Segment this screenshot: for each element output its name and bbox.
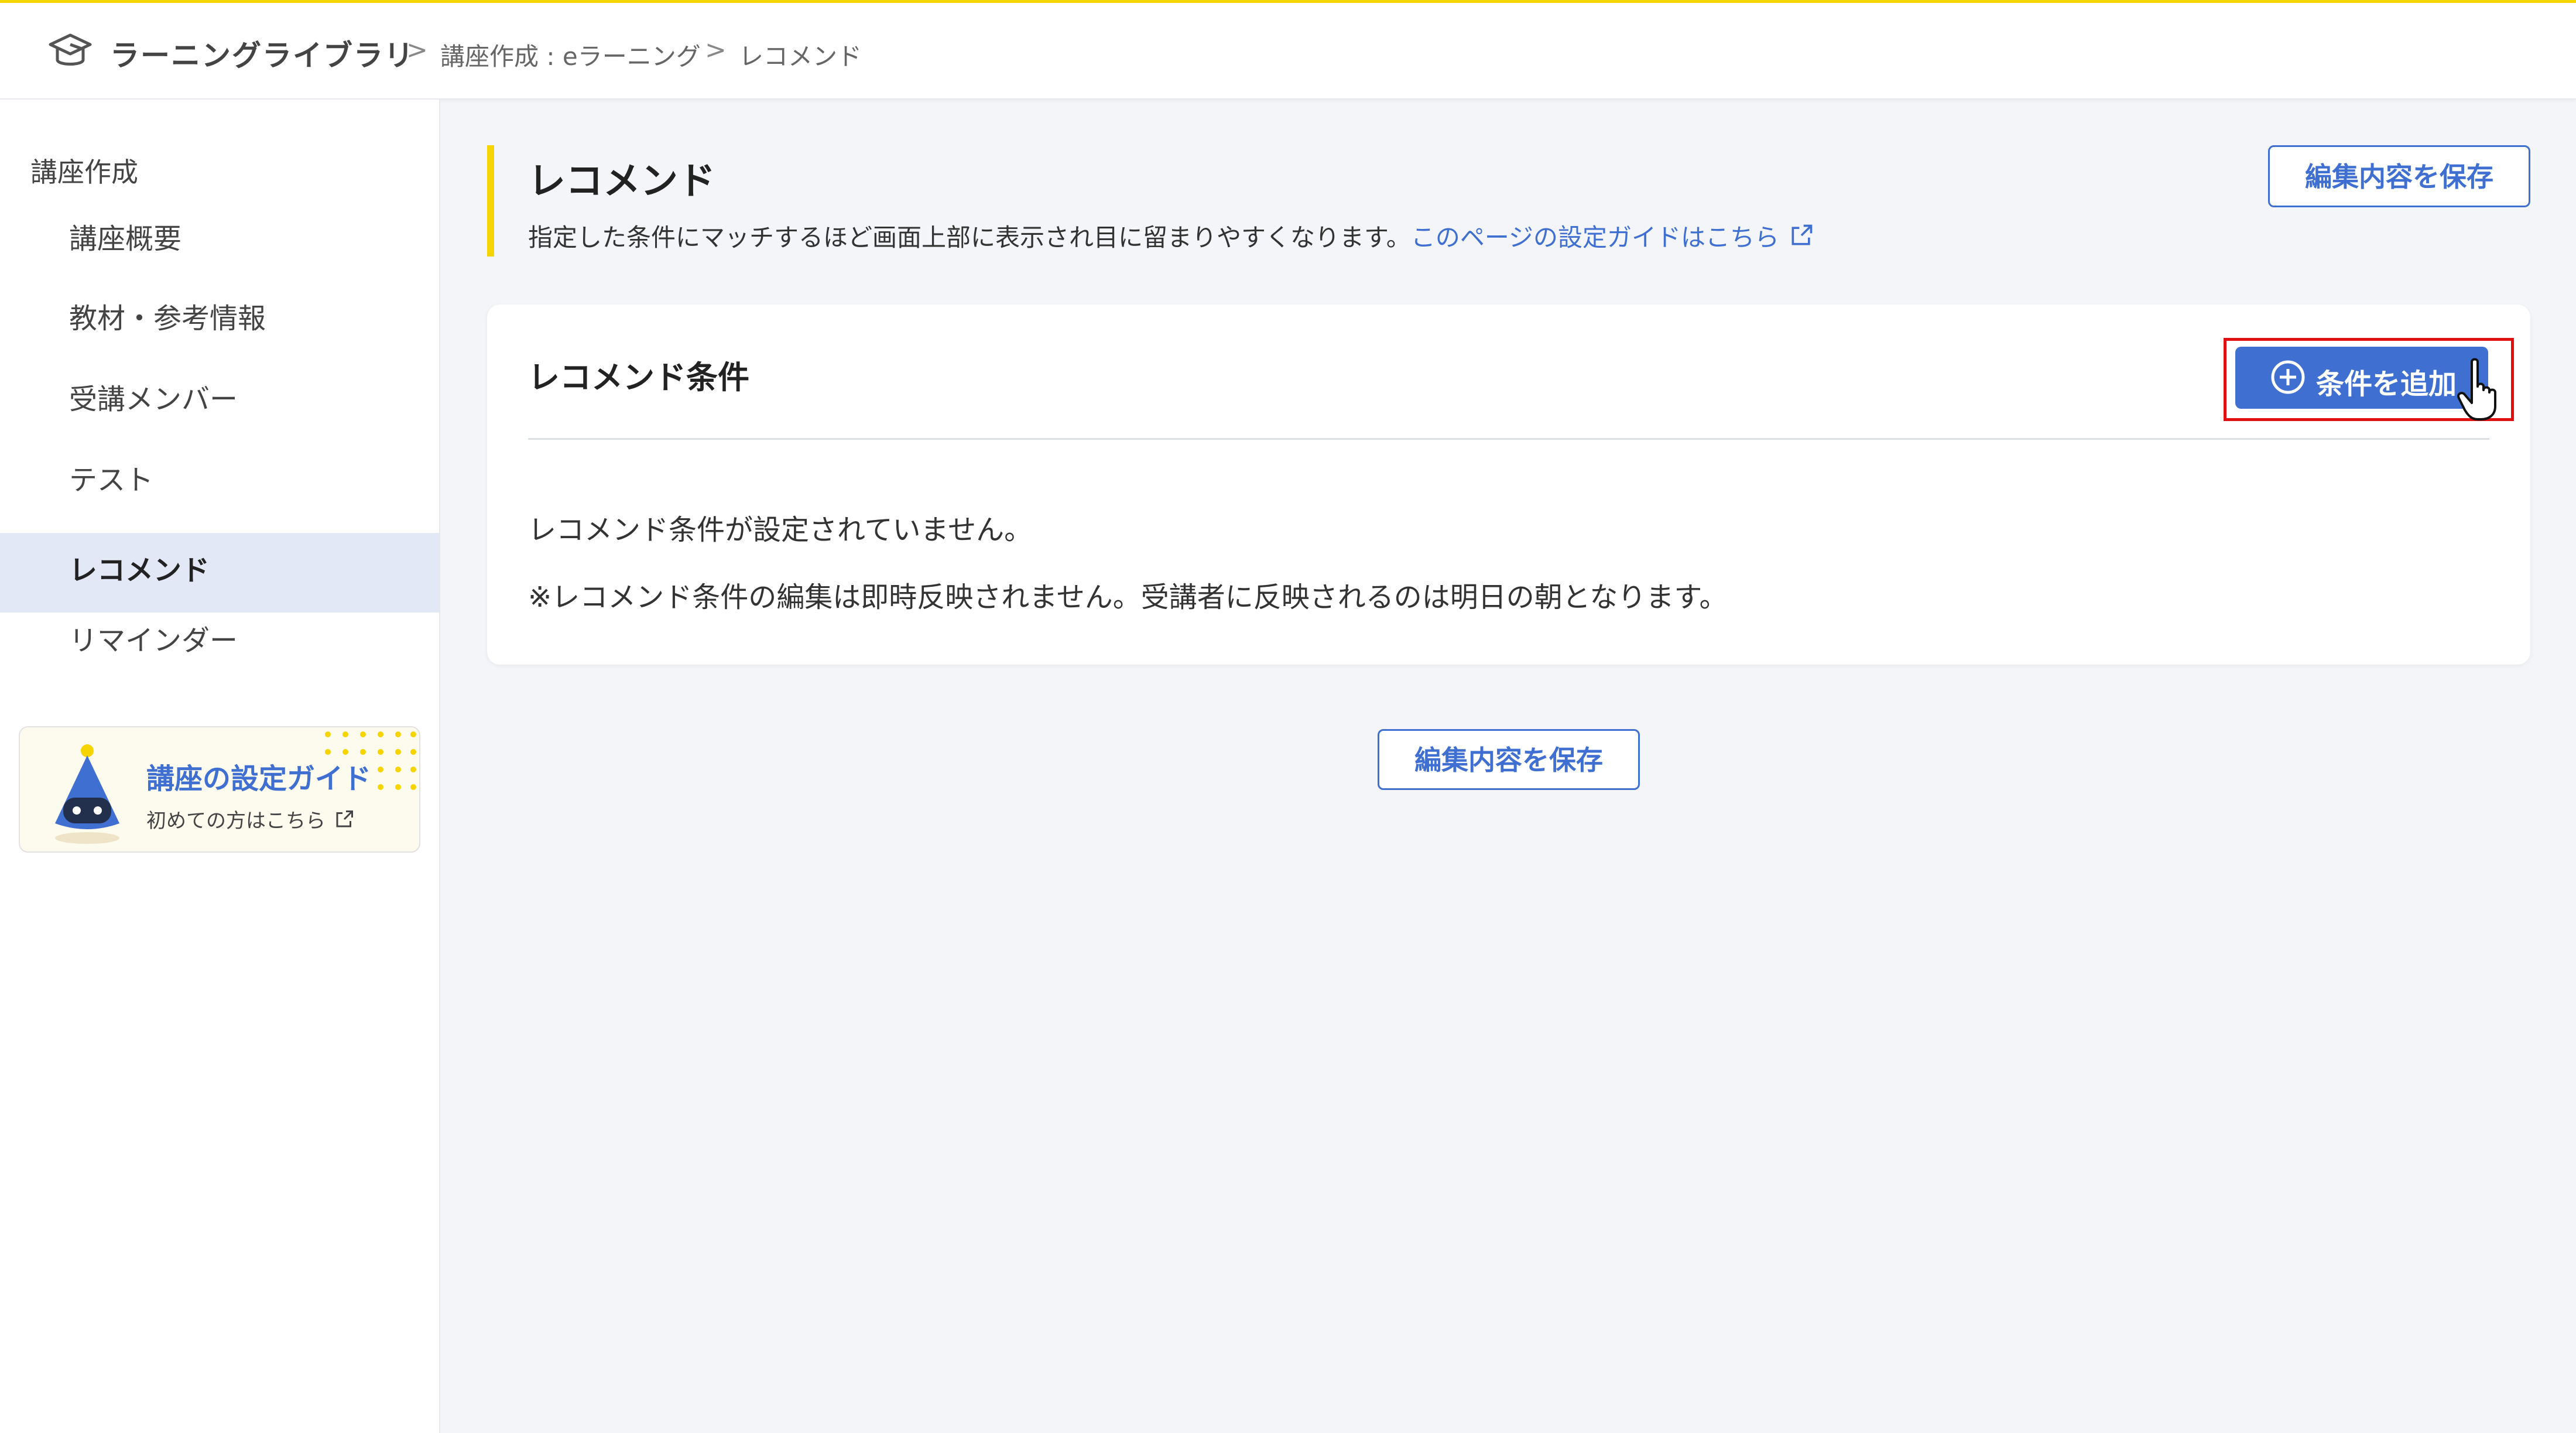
setup-guide-link[interactable]: このページの設定ガイドはこちら [1411, 223, 1814, 252]
save-button-top[interactable]: 編集内容を保存 [2268, 145, 2530, 207]
sidebar-item-label: リマインダー [69, 624, 238, 657]
breadcrumb-course-edit[interactable]: 講座作成 : eラーニング [440, 37, 701, 73]
add-condition-button[interactable]: 条件を追加 [2235, 347, 2488, 409]
graduation-cap-icon[interactable] [48, 29, 93, 74]
setup-guide-link-text: このページの設定ガイドはこちら [1410, 223, 1779, 252]
sidebar-item-reminder[interactable]: リマインダー [0, 593, 439, 672]
breadcrumb-current: レコメンド [739, 42, 862, 71]
empty-message: レコメンド条件が設定されていません。 [528, 514, 1033, 546]
card-title: レコメンド条件 [528, 359, 749, 396]
title-accent-bar [487, 145, 494, 256]
robot-mascot-icon [55, 744, 119, 844]
app-header: ラーニングライブラリ > 講座作成 : eラーニング > レコメンド [0, 3, 2576, 100]
sidebar-item-overview[interactable]: 講座概要 [0, 191, 439, 271]
chevron-right-icon: > [406, 35, 428, 65]
description-text: 指定した条件にマッチするほど画面上部に表示され目に留まりやすくなります。 [528, 223, 1411, 252]
note-text: ※レコメンド条件の編集は即時反映されません。受講者に反映されるのは明日の朝となり… [528, 581, 1728, 614]
sidebar-item-label: レコメンド [69, 554, 210, 587]
sidebar-group-label: 講座作成 [30, 156, 138, 188]
guide-title: 講座の設定ガイド [146, 762, 372, 795]
sidebar-item-label: 講座概要 [69, 223, 182, 255]
sidebar: 講座作成 講座概要 教材・参考情報 受講メンバー テスト レコメンド リマインダ… [0, 100, 440, 1433]
guide-subtitle: 初めての方はこちら [146, 805, 355, 833]
card-divider [528, 438, 2489, 440]
external-link-icon [1791, 224, 1813, 245]
sidebar-item-label: 教材・参考情報 [69, 302, 266, 335]
external-link-icon [336, 810, 353, 827]
app-title[interactable]: ラーニングライブラリ [110, 32, 415, 74]
chevron-right-icon: > [705, 35, 727, 65]
page-description: 指定した条件にマッチするほど画面上部に表示され目に留まりやすくなります。このペー… [528, 218, 1814, 254]
sidebar-item-label: 受講メンバー [69, 383, 238, 416]
guide-subtitle-text: 初めての方はこちら [146, 809, 326, 833]
setup-guide-banner[interactable]: 講座の設定ガイド 初めての方はこちら [19, 726, 420, 853]
sidebar-item-test[interactable]: テスト [0, 432, 439, 512]
sidebar-item-materials[interactable]: 教材・参考情報 [0, 271, 439, 350]
plus-circle-icon [2271, 360, 2305, 394]
sidebar-item-label: テスト [69, 464, 154, 497]
hand-pointer-cursor-icon [2457, 358, 2496, 420]
sidebar-item-members[interactable]: 受講メンバー [0, 351, 439, 431]
save-button-bottom[interactable]: 編集内容を保存 [1378, 729, 1640, 790]
add-condition-label: 条件を追加 [2316, 368, 2457, 401]
page-title: レコメンド [528, 160, 715, 203]
